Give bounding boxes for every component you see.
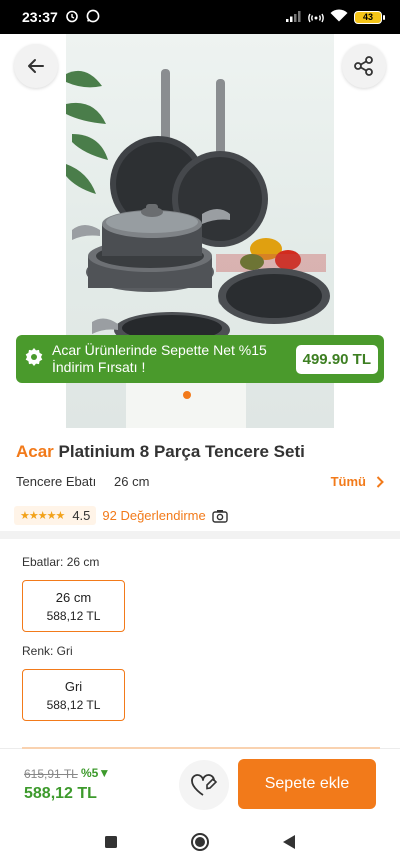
size-section-title: Ebatlar: 26 cm: [22, 555, 100, 569]
camera-icon[interactable]: [212, 509, 228, 523]
chevron-right-icon: [376, 475, 384, 488]
promo-price: 499.90 TL: [295, 344, 378, 374]
whatsapp-icon: [86, 9, 100, 26]
current-price: 588,12 TL: [24, 785, 97, 802]
share-icon: [354, 56, 373, 76]
system-nav-bar: [0, 818, 400, 866]
signal-icon: [286, 9, 302, 25]
size-row: Tencere Ebatı 26 cm Tümü: [16, 474, 384, 489]
size-value: 26 cm: [114, 474, 150, 489]
color-section-title: Renk: Gri: [22, 644, 73, 658]
status-time: 23:37: [22, 9, 58, 25]
product-brand[interactable]: Acar: [16, 442, 54, 461]
review-count-link[interactable]: 92 Değerlendirme: [102, 508, 205, 523]
status-bar: 23:37 43: [0, 0, 400, 34]
see-all-link[interactable]: Tümü: [331, 474, 384, 489]
color-option-name: Gri: [64, 678, 83, 694]
battery-icon: 43: [354, 10, 385, 24]
see-all-label: Tümü: [330, 474, 366, 489]
add-to-cart-button[interactable]: Sepete ekle: [238, 759, 376, 809]
share-button[interactable]: [342, 44, 386, 88]
recents-square-icon[interactable]: [104, 835, 118, 849]
rating-badge: ★★★★★ 4.5: [14, 506, 97, 525]
heart-tag-icon: [191, 774, 218, 796]
product-name: Platinium 8 Parça Tencere Seti: [58, 442, 305, 461]
color-option-price: 588,12 TL: [46, 697, 101, 712]
rating-value: 4.5: [72, 508, 91, 523]
discount-badge: %5▼: [81, 766, 111, 780]
rating-stars-icon: ★★★★★: [20, 510, 65, 522]
product-image-carousel[interactable]: Acar Ürünlerinde Sepette Net %15 İndirim…: [0, 34, 400, 430]
product-title: Acar Platinium 8 Parça Tencere Seti: [16, 442, 305, 462]
rating-row: ★★★★★ 4.5 92 Değerlendirme: [14, 506, 228, 525]
bar-accent-line: [22, 747, 380, 749]
home-circle-icon[interactable]: [190, 832, 210, 852]
wifi-icon: [330, 9, 348, 25]
size-option-name: 26 cm: [55, 589, 92, 605]
back-button[interactable]: [14, 44, 58, 88]
promo-text: Acar Ürünlerinde Sepette Net %15 İndirim…: [52, 342, 267, 375]
size-option-price: 588,12 TL: [46, 608, 101, 623]
favorite-button[interactable]: [179, 760, 229, 810]
gear-badge-icon: [24, 347, 44, 372]
old-price: 615,91 TL: [24, 767, 78, 781]
section-divider: [0, 531, 400, 539]
carousel-indicator: [183, 391, 191, 399]
size-label: Tencere Ebatı: [16, 474, 97, 489]
battery-level: 43: [362, 12, 373, 22]
promo-banner[interactable]: Acar Ürünlerinde Sepette Net %15 İndirim…: [16, 335, 384, 383]
alarm-icon: [65, 9, 79, 26]
color-option-gri[interactable]: Gri 588,12 TL: [22, 669, 125, 721]
size-option-26cm[interactable]: 26 cm 588,12 TL: [22, 580, 125, 632]
back-triangle-icon[interactable]: [282, 834, 296, 850]
hotspot-icon: [308, 9, 324, 26]
arrow-left-icon: [28, 59, 44, 73]
purchase-bar: 615,91 TL %5▼ 588,12 TL Sepete ekle: [0, 747, 400, 818]
